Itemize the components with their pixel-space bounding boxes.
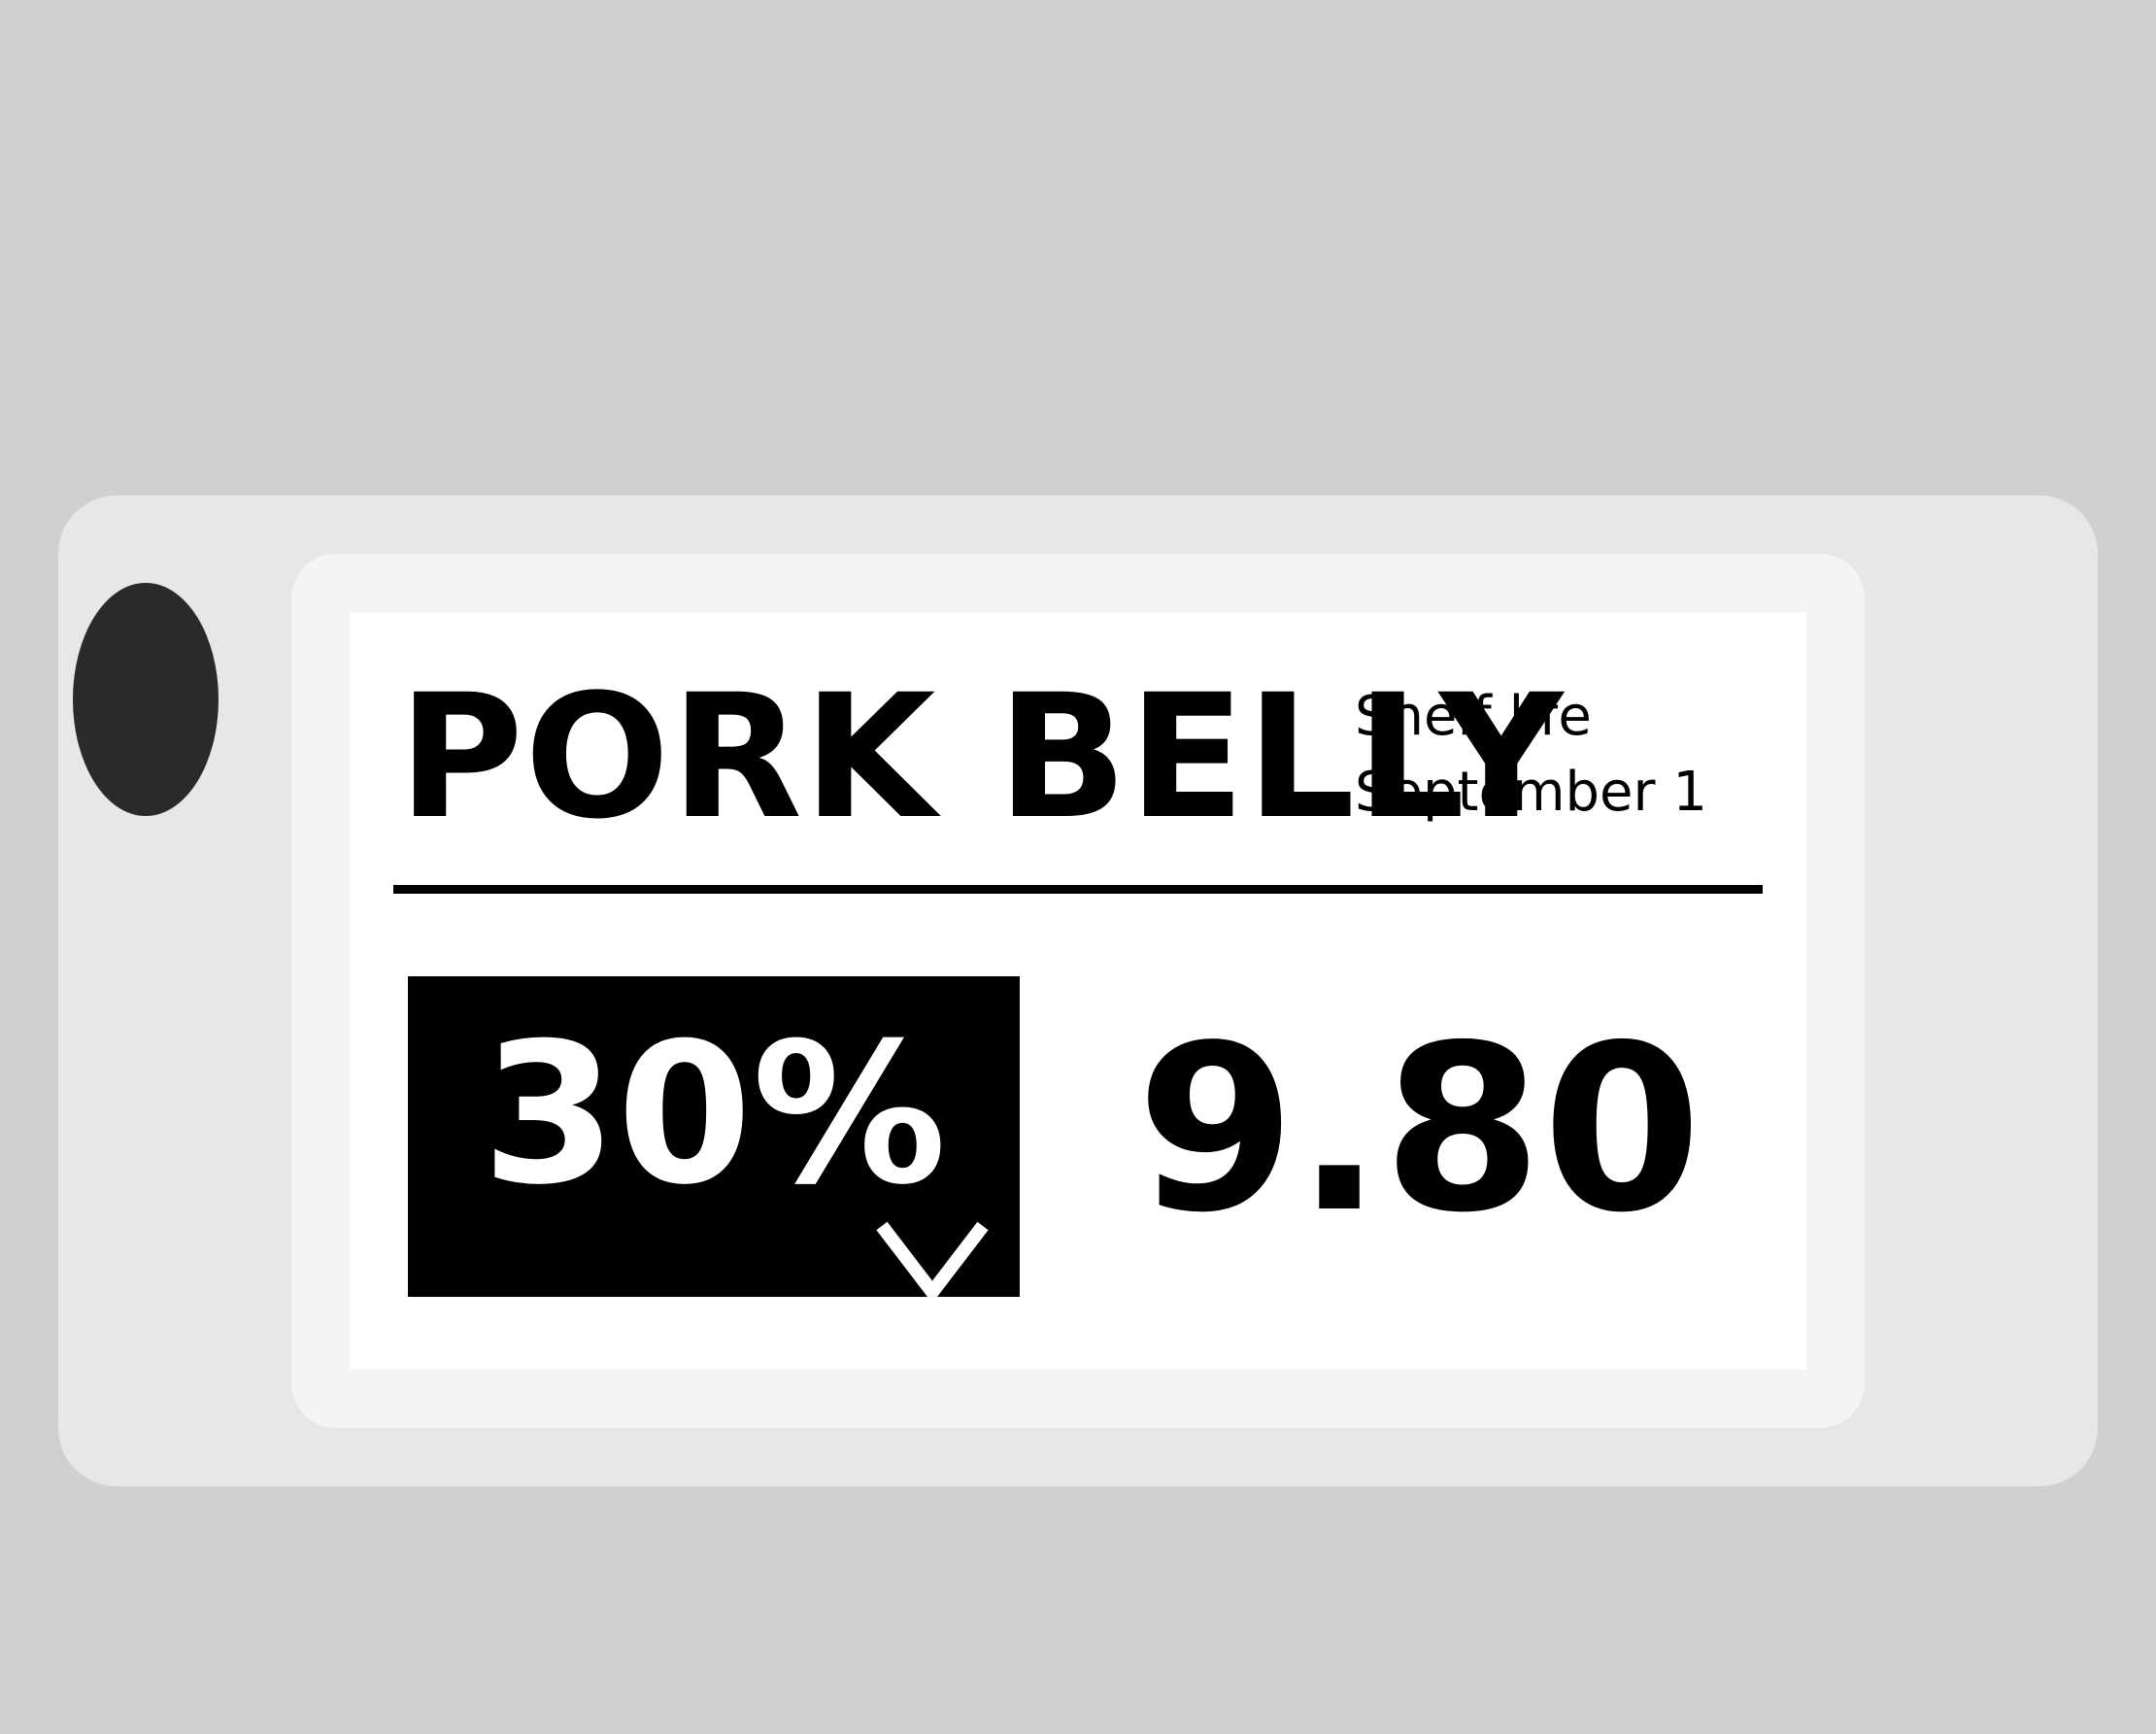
shelf-life-date: September 1 xyxy=(1355,761,1707,824)
mount-hole xyxy=(73,583,219,816)
shelf-life-label: Shelf life xyxy=(1355,685,1592,748)
price-value: 9.80 xyxy=(1136,996,1702,1263)
discount-value: 30% xyxy=(482,1002,947,1228)
divider xyxy=(393,885,1763,894)
chevron-down-icon xyxy=(876,1221,989,1302)
